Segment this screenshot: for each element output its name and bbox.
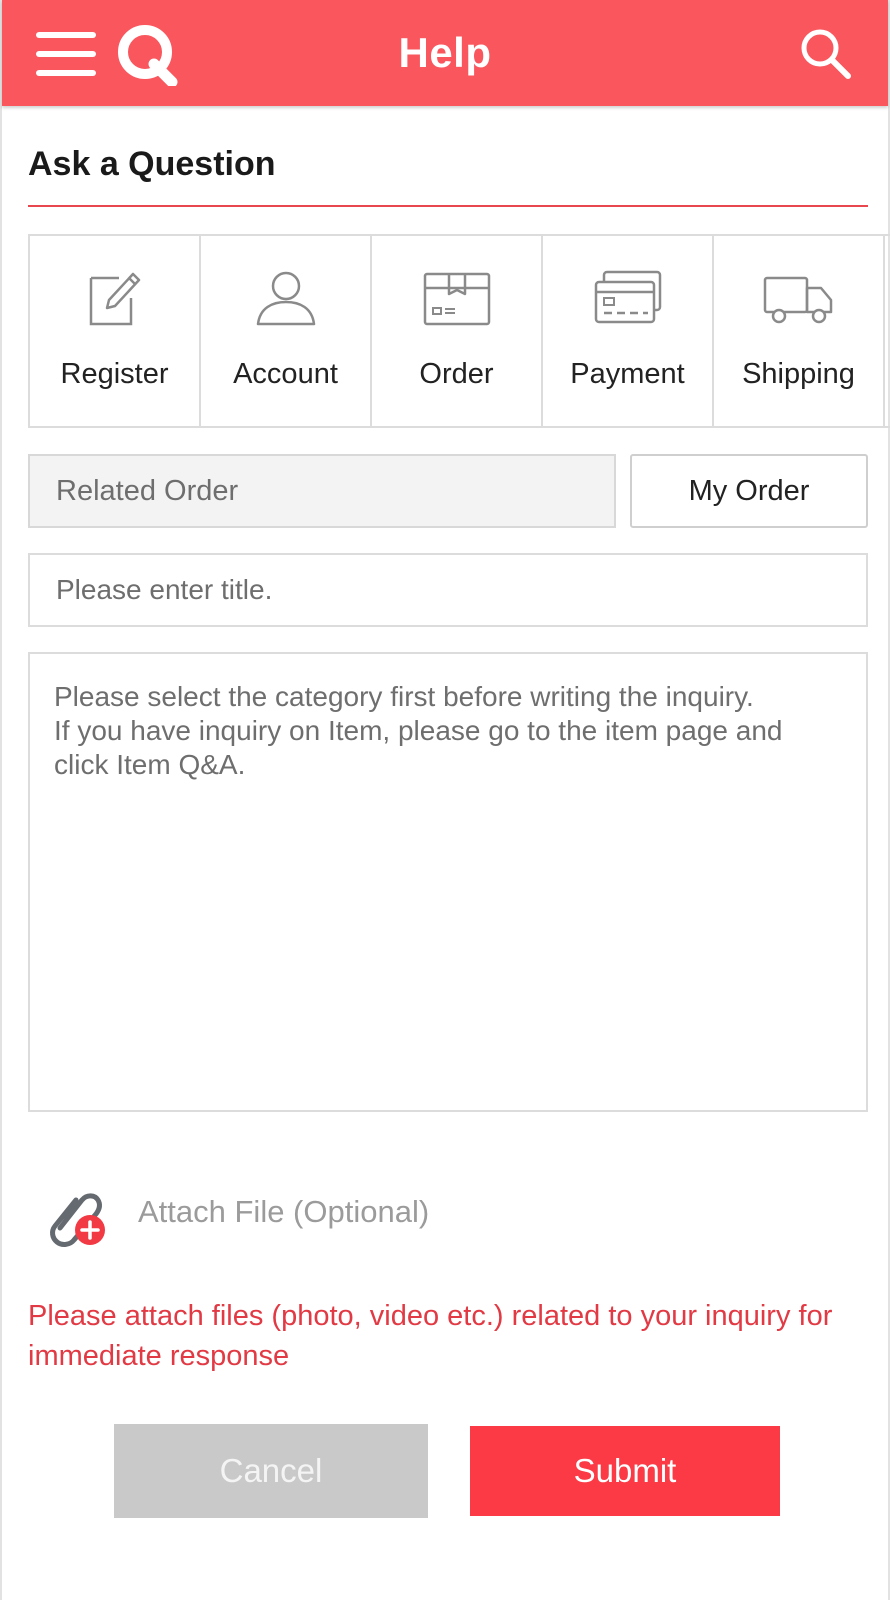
credit-card-icon	[594, 270, 661, 324]
attachment-notice: Please attach files (photo, video etc.) …	[28, 1300, 833, 1372]
top-bar: Help	[2, 0, 888, 106]
search-icon[interactable]	[798, 26, 854, 82]
category-payment[interactable]: Payment	[543, 236, 714, 426]
category-label: Payment	[570, 358, 685, 390]
submit-button[interactable]: Submit	[470, 1426, 780, 1516]
cancel-button[interactable]: Cancel	[114, 1424, 428, 1518]
pencil-edit-icon	[89, 272, 140, 326]
category-register[interactable]: Register	[30, 236, 201, 426]
category-order[interactable]: Order	[372, 236, 543, 426]
my-order-button[interactable]: My Order	[630, 454, 868, 528]
help-page: Help Ask a Question Register Account Ord…	[0, 0, 890, 1600]
paperclip-add-icon	[50, 1193, 105, 1247]
category-shipping[interactable]: Shipping	[714, 236, 885, 426]
q-logo-icon[interactable]	[114, 20, 180, 86]
category-label: Account	[233, 358, 338, 390]
category-label: Shipping	[742, 358, 855, 390]
package-box-icon	[423, 272, 490, 326]
inquiry-textarea[interactable]	[28, 652, 868, 1112]
section-divider	[28, 205, 868, 207]
user-icon	[256, 271, 315, 326]
category-selector: Register Account Order Payment Shipping	[28, 234, 890, 428]
hamburger-menu-icon[interactable]	[34, 26, 98, 82]
attach-file-button[interactable]: Attach File (Optional)	[38, 1176, 429, 1248]
section-title: Ask a Question	[28, 145, 276, 183]
category-account[interactable]: Account	[201, 236, 372, 426]
page-title: Help	[398, 29, 492, 76]
attach-file-label: Attach File (Optional)	[138, 1194, 430, 1229]
related-order-field[interactable]: Related Order	[28, 454, 616, 528]
title-input[interactable]	[28, 553, 868, 627]
category-label: Register	[60, 358, 169, 390]
delivery-truck-icon	[763, 276, 832, 324]
category-label: Order	[419, 358, 494, 390]
